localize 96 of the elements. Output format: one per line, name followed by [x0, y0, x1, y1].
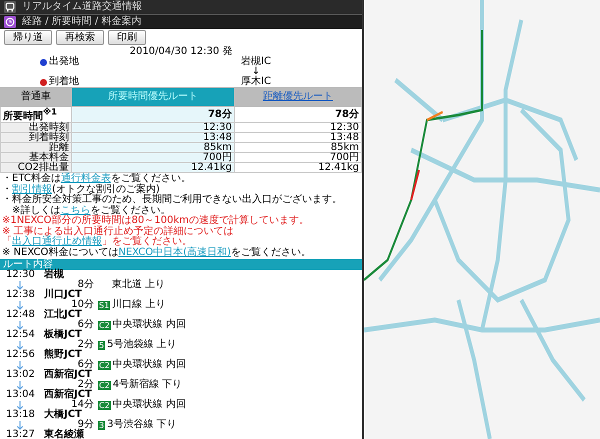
origin-dot-icon: [40, 58, 47, 66]
stop-time: 12:48: [6, 310, 36, 320]
road-name: 中央環状線 内回: [112, 360, 186, 370]
stop-name: 大橋JCT: [44, 410, 82, 420]
table-cell: 12.41kg: [72, 162, 234, 173]
note-text: ・ETC料金は通行料金表をご覧ください。: [2, 174, 192, 184]
row-label: CO2排出量: [0, 162, 72, 173]
stop-time: 12:30: [6, 270, 36, 280]
leg-duration: 8分: [78, 280, 94, 290]
stop-time: 12:56: [6, 350, 36, 360]
note-link[interactable]: 割引情報: [12, 184, 52, 195]
down-arrow-icon: [16, 400, 24, 410]
table-cell: 85km: [234, 142, 362, 153]
destination-value: 厚木IC: [240, 77, 272, 87]
road-name: 4号新宿線 下り: [112, 380, 182, 390]
stop-name: 川口JCT: [44, 290, 82, 300]
toolbar-button[interactable]: 印刷: [108, 30, 146, 45]
table-cell: 78分: [72, 106, 234, 123]
stop-name: 西新宿JCT: [44, 370, 92, 380]
table-header: 普通車: [0, 88, 72, 106]
down-arrow: ↓: [252, 67, 262, 77]
departure-time: 2010/04/30 12:30 発: [128, 46, 234, 57]
note-link[interactable]: こちら: [60, 204, 90, 216]
stop-time: 13:18: [6, 410, 36, 420]
route-link[interactable]: 距離優先ルート: [234, 88, 362, 106]
down-arrow-icon: [16, 340, 24, 350]
route-tab[interactable]: 所要時間優先ルート: [72, 88, 234, 106]
note-text: ※1NEXCO部分の所要時間は80～100kmの速度で計算しています。: [2, 216, 310, 226]
route-number-badge: C2: [98, 360, 111, 370]
note-text: ・割引情報(オトクな割引のご案内): [2, 184, 160, 195]
table-cell: 12:30: [72, 122, 234, 133]
section-title: 経路 / 所要時間 / 料金案内: [22, 17, 142, 27]
road-name: 中央環状線 内回: [112, 400, 186, 410]
route-number-badge: 3: [98, 420, 106, 430]
road-name: 東北道 上り: [112, 280, 166, 290]
destination-label: 到着地: [49, 77, 79, 87]
table-cell: 700円: [72, 152, 234, 163]
note-link[interactable]: NEXCO中日本(高速日和): [118, 246, 231, 258]
toolbar-button[interactable]: 再検索: [56, 30, 104, 45]
leg-duration: 14分: [71, 400, 94, 410]
stop-name: 江北JCT: [44, 310, 82, 320]
table-cell: 78分: [234, 106, 362, 123]
leg-duration: 6分: [78, 320, 94, 330]
note-link[interactable]: 通行料金表: [60, 173, 111, 184]
origin-value: 岩槻IC: [240, 57, 272, 67]
stop-time: 12:38: [6, 290, 36, 300]
row-label: 基本料金: [0, 152, 72, 163]
note-text: 「出入口通行止め情報」をご覧ください。: [2, 237, 192, 248]
app-title: リアルタイム道路交通情報: [22, 2, 142, 12]
table-cell: 13:48: [234, 132, 362, 143]
stop-time: 13:27: [6, 430, 36, 439]
leg-duration: 10分: [71, 300, 94, 310]
row-label: 出発時刻: [0, 122, 72, 133]
stop-name: 西新宿JCT: [44, 390, 92, 400]
row-label: 距離: [0, 142, 72, 153]
note-text: ・料金所安全対策工事のため、長期間ご利用できない出入口がございます。: [2, 195, 343, 206]
toolbar-button[interactable]: 帰り道: [4, 30, 52, 45]
origin-label: 出発地: [49, 57, 79, 67]
down-arrow-icon: [16, 360, 24, 370]
down-arrow-icon: [16, 380, 24, 390]
road-name: 川口線 上り: [112, 300, 166, 310]
table-cell: 85km: [72, 142, 234, 153]
road-name: 5号池袋線 上り: [107, 340, 177, 350]
stop-name: 熊野JCT: [44, 350, 82, 360]
leg-duration: 6分: [78, 360, 94, 370]
row-label: 所要時間$^{※1}$: [0, 106, 72, 123]
route-number-badge: C2: [98, 400, 111, 410]
stop-time: 13:04: [6, 390, 36, 400]
table-cell: 12.41kg: [234, 162, 362, 173]
down-arrow-icon: [16, 320, 24, 330]
route-number-badge: S1: [98, 300, 110, 310]
down-arrow-icon: [16, 300, 24, 310]
stop-time: 13:02: [6, 370, 36, 380]
down-arrow-icon: [16, 420, 24, 430]
route-number-badge: C2: [98, 380, 111, 390]
note-text: ※ NEXCO料金についてはNEXCO中日本(高速日和)をご覧ください。: [2, 248, 312, 258]
table-cell: 700円: [234, 152, 362, 163]
table-cell: 13:48: [72, 132, 234, 143]
road-name: 3号渋谷線 下り: [107, 420, 177, 430]
road-name: 中央環状線 内回: [112, 320, 186, 330]
leg-duration: 2分: [78, 380, 94, 390]
note-text: ※ 工事による出入口通行止め予定の詳細については: [2, 226, 235, 237]
stop-time: 12:54: [6, 330, 36, 340]
row-label: 到着時刻: [0, 132, 72, 143]
stop-name: 岩槻: [44, 270, 64, 280]
stop-name: 板橋JCT: [44, 330, 82, 340]
table-cell: 12:30: [234, 122, 362, 133]
route-number-badge: C2: [98, 320, 111, 330]
stop-name: 東名綾瀬: [44, 430, 84, 439]
destination-dot-icon: [40, 78, 47, 86]
clock-icon: [4, 16, 16, 28]
note-text: ※詳しくはこちら をご覧ください。: [12, 206, 170, 216]
route-number-badge: 5: [98, 340, 106, 350]
leg-duration: 2分: [78, 340, 94, 350]
note-link[interactable]: 出入口通行止め情報: [12, 236, 102, 248]
down-arrow-icon: [16, 280, 24, 290]
